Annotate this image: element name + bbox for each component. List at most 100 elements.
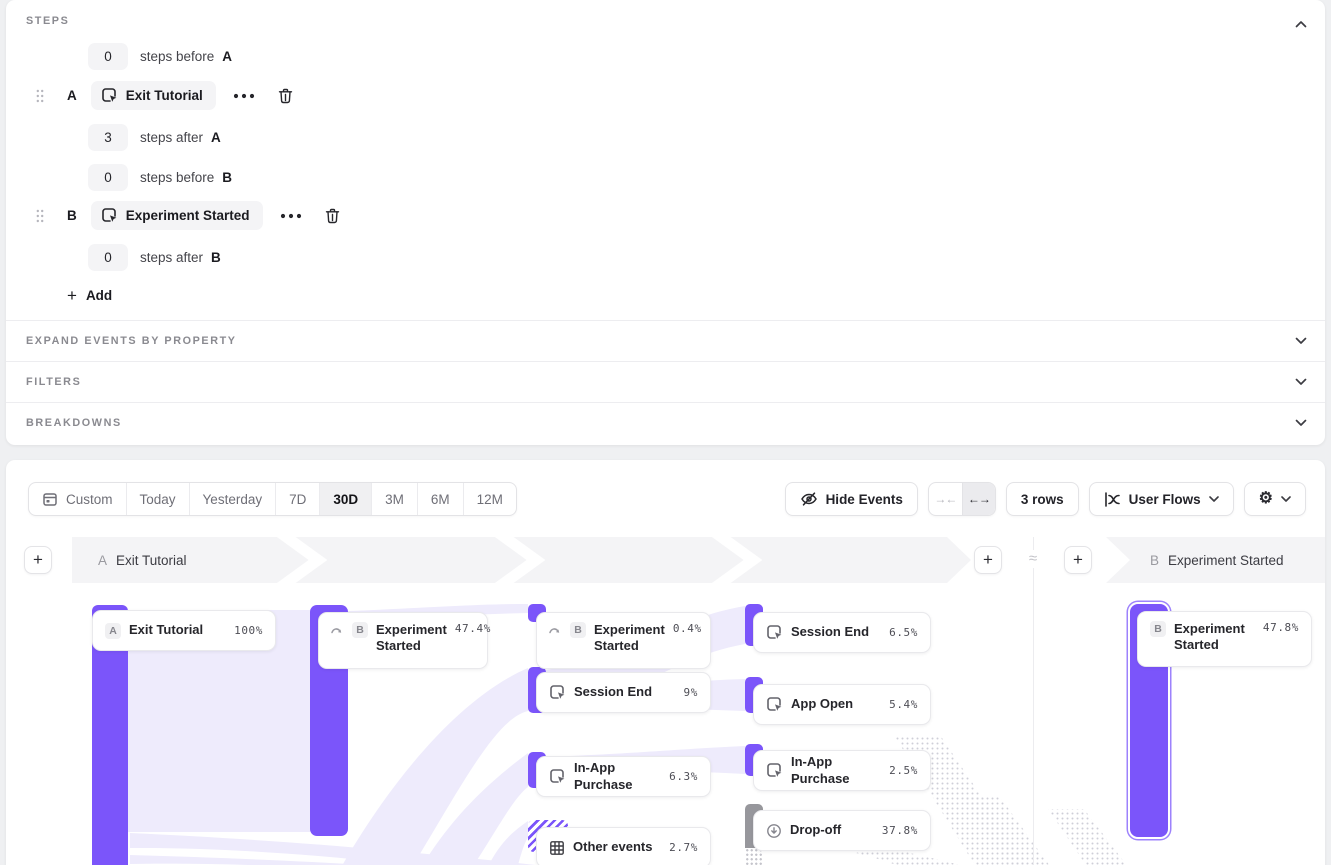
step-badge: A <box>105 623 121 639</box>
view-selector-user-flows[interactable]: User Flows <box>1089 482 1234 516</box>
flow-node-experiment-started-04[interactable]: B Experiment Started 0.4% <box>536 612 711 669</box>
step-b-event-name: Experiment Started <box>126 208 250 223</box>
step-ref-letter: B <box>211 250 221 265</box>
plus-icon: + <box>67 287 77 304</box>
step-ref-letter: B <box>222 170 232 185</box>
steps-after-a-label: steps after <box>140 130 203 145</box>
flow-section-divider <box>1033 537 1034 865</box>
click-event-icon <box>101 87 118 104</box>
flow-node-other-events[interactable]: Other events 2.7% <box>536 827 711 865</box>
add-column-before-b-button[interactable]: + <box>1064 546 1092 574</box>
steps-after-a-input[interactable]: 3 <box>88 124 128 151</box>
step-ref-letter: A <box>211 130 221 145</box>
click-event-icon <box>766 762 783 779</box>
rows-count-button[interactable]: 3 rows <box>1006 482 1079 516</box>
date-range-custom[interactable]: Custom <box>29 483 126 515</box>
step-b-row: B Experiment Started <box>36 201 342 230</box>
steps-panel: STEPS 0 steps before A A Exit Tutorial <box>6 0 1325 445</box>
steps-after-b-label: steps after <box>140 250 203 265</box>
flow-node-session-end-65[interactable]: Session End 6.5% <box>753 612 931 653</box>
flow-node-in-app-purchase-63[interactable]: In-App Purchase 6.3% <box>536 756 711 797</box>
date-range-control: Custom Today Yesterday 7D 30D 3M 6M 12M <box>28 482 517 516</box>
chart-toolbar: Custom Today Yesterday 7D 30D 3M 6M 12M … <box>28 482 1306 516</box>
eye-off-icon <box>800 491 818 507</box>
steps-before-b-row: 0 steps before B <box>88 164 232 191</box>
section-breakdowns[interactable]: BREAKDOWNS <box>6 402 1325 443</box>
step-badge: B <box>570 622 586 638</box>
flow-header-bands <box>6 537 1325 583</box>
grid-icon <box>549 840 565 856</box>
flow-node-app-open[interactable]: App Open 5.4% <box>753 684 931 725</box>
chevron-down-icon <box>1295 378 1307 386</box>
column-a-header[interactable]: A Exit Tutorial <box>98 537 187 583</box>
flow-node-experiment-started-474[interactable]: B Experiment Started 47.4% <box>318 612 488 669</box>
click-event-icon <box>766 696 783 713</box>
click-event-icon <box>549 684 566 701</box>
gear-icon: ⚙ <box>1259 491 1273 507</box>
chevron-down-icon <box>1209 496 1219 502</box>
drag-handle-icon[interactable] <box>36 209 44 223</box>
hide-events-button[interactable]: Hide Events <box>785 482 918 516</box>
date-range-30d[interactable]: 30D <box>319 483 371 515</box>
date-range-3m[interactable]: 3M <box>371 483 417 515</box>
approx-symbol: ≈ <box>1020 550 1046 568</box>
step-ref-letter: A <box>222 49 232 64</box>
section-filters[interactable]: FILTERS <box>6 361 1325 402</box>
steps-after-a-row: 3 steps after A <box>88 124 221 151</box>
expand-columns-icon[interactable]: ←→ <box>962 483 995 515</box>
step-a-more-options-icon[interactable] <box>231 89 257 103</box>
add-column-before-button[interactable]: + <box>24 546 52 574</box>
date-range-12m[interactable]: 12M <box>463 483 516 515</box>
steps-collapse-chevron-up-icon[interactable] <box>1295 16 1307 31</box>
step-a-event-chip[interactable]: Exit Tutorial <box>91 81 216 110</box>
steps-after-b-row: 0 steps after B <box>88 244 221 271</box>
drag-handle-icon[interactable] <box>36 89 44 103</box>
click-event-icon <box>101 207 118 224</box>
chevron-down-icon <box>1281 496 1291 502</box>
steps-before-a-input[interactable]: 0 <box>88 43 128 70</box>
steps-section-title: STEPS <box>26 15 69 27</box>
steps-before-a-row: 0 steps before A <box>88 43 232 70</box>
date-range-6m[interactable]: 6M <box>417 483 463 515</box>
collapse-expand-toggle: →← ←→ <box>928 482 996 516</box>
date-range-yesterday[interactable]: Yesterday <box>189 483 276 515</box>
step-b-more-options-icon[interactable] <box>278 209 304 223</box>
steps-before-b-label: steps before <box>140 170 214 185</box>
click-event-icon <box>549 768 566 785</box>
column-b-header[interactable]: B Experiment Started <box>1150 537 1284 583</box>
collapse-columns-icon[interactable]: →← <box>929 483 962 515</box>
calendar-icon <box>42 491 58 507</box>
flow-node-drop-off[interactable]: Drop-off 37.8% <box>753 810 931 851</box>
drop-off-icon <box>766 823 782 839</box>
flows-chart-icon <box>1104 492 1121 507</box>
step-a-letter: A <box>67 88 77 103</box>
flow-node-exit-tutorial[interactable]: A Exit Tutorial 100% <box>92 610 276 651</box>
skip-arrow-icon <box>549 625 562 636</box>
step-a-row: A Exit Tutorial <box>36 81 295 110</box>
click-event-icon <box>766 624 783 641</box>
date-range-7d[interactable]: 7D <box>275 483 319 515</box>
add-column-after-button[interactable]: + <box>974 546 1002 574</box>
step-badge: B <box>1150 621 1166 637</box>
flow-node-in-app-purchase-25[interactable]: In-App Purchase 2.5% <box>753 750 931 791</box>
chart-panel: Custom Today Yesterday 7D 30D 3M 6M 12M … <box>6 460 1325 865</box>
flow-node-experiment-started-478[interactable]: B Experiment Started 47.8% <box>1137 611 1312 667</box>
step-a-event-name: Exit Tutorial <box>126 88 203 103</box>
toolbar-right-group: Hide Events →← ←→ 3 rows User Flows <box>785 482 1306 516</box>
settings-button[interactable]: ⚙ <box>1244 482 1306 516</box>
steps-after-b-input[interactable]: 0 <box>88 244 128 271</box>
section-expand-events-by-property[interactable]: EXPAND EVENTS BY PROPERTY <box>6 320 1325 361</box>
steps-before-b-input[interactable]: 0 <box>88 164 128 191</box>
add-step-button[interactable]: + Add <box>67 287 112 304</box>
steps-before-a-label: steps before <box>140 49 214 64</box>
chevron-down-icon <box>1295 419 1307 427</box>
date-range-today[interactable]: Today <box>126 483 189 515</box>
step-a-trash-icon[interactable] <box>276 86 295 106</box>
sankey-flow-area: ≈ A Exit Tutorial B Experiment Started +… <box>6 537 1325 865</box>
flow-node-session-end-9[interactable]: Session End 9% <box>536 672 711 713</box>
step-b-trash-icon[interactable] <box>323 206 342 226</box>
user-flows-app: STEPS 0 steps before A A Exit Tutorial <box>0 0 1331 865</box>
step-badge: B <box>352 622 368 638</box>
chevron-down-icon <box>1295 337 1307 345</box>
step-b-event-chip[interactable]: Experiment Started <box>91 201 263 230</box>
